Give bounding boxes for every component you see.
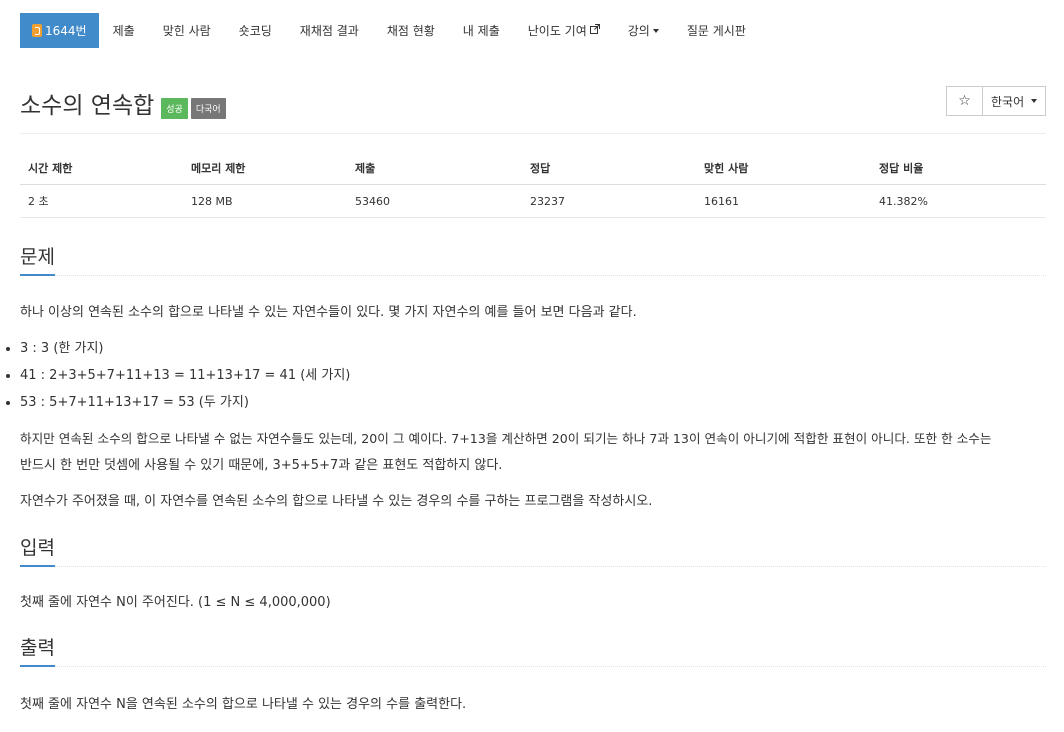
- nav-item-label: 숏코딩: [238, 24, 272, 38]
- text-line: 반드시 한 번만 덧셈에 사용될 수 있기 때문에, 3+5+5+7과 같은 표…: [20, 458, 503, 473]
- problem-description: 하나 이상의 연속된 소수의 합으로 나타낼 수 있는 자연수들이 있다. 몇 …: [20, 305, 637, 320]
- section-heading: 문제: [20, 246, 55, 276]
- tier-icon: [32, 24, 42, 37]
- problem-description-3: 자연수가 주어졌을 때, 이 자연수를 연속된 소수의 합으로 나타낼 수 있는…: [20, 494, 653, 509]
- table-header: 제출: [347, 152, 522, 185]
- output-description: 첫째 줄에 자연수 N을 연속된 소수의 합으로 나타낼 수 있는 경우의 수를…: [20, 697, 467, 712]
- nav-item-questions[interactable]: 질문 게시판: [673, 13, 760, 48]
- table-header: 맞힌 사람: [696, 152, 871, 185]
- nav-item-label: 강의: [627, 24, 650, 38]
- example-list: 3 : 3 (한 가지) 41 : 2+3+5+7+11+13 = 11+13+…: [20, 335, 350, 416]
- nav-item-label: 내 제출: [462, 24, 500, 38]
- external-link-icon: [589, 24, 600, 37]
- input-section-header: 입력: [20, 537, 1046, 567]
- nav-item-submit[interactable]: 제출: [99, 13, 149, 48]
- nav-item-label: 재채점 결과: [299, 24, 359, 38]
- problem-controls: ☆ 한국어: [946, 86, 1046, 116]
- table-cell: 53460: [347, 184, 522, 218]
- table-row: 2 초 128 MB 53460 23237 16161 41.382%: [20, 184, 1046, 218]
- input-description: 첫째 줄에 자연수 N이 주어진다. (1 ≤ N ≤ 4,000,000): [20, 595, 331, 610]
- star-button[interactable]: ☆: [946, 86, 982, 116]
- nav-item-label: 맞힌 사람: [162, 24, 211, 38]
- status-badge-multilang: 다국어: [190, 97, 226, 119]
- nav-item-label: 난이도 기여: [527, 24, 587, 38]
- table-cell: 23237: [522, 184, 696, 218]
- caret-down-icon: [652, 28, 659, 33]
- list-item: 53 : 5+7+11+13+17 = 53 (두 가지): [20, 389, 350, 416]
- table-cell: 128 MB: [183, 184, 347, 218]
- page-title: 소수의 연속합: [20, 93, 155, 119]
- table-header: 시간 제한: [20, 152, 183, 185]
- language-select[interactable]: 한국어: [982, 86, 1046, 116]
- nav-item-rejudge[interactable]: 재채점 결과: [286, 13, 373, 48]
- table-header: 정답 비율: [871, 152, 1046, 185]
- title-divider: [20, 133, 1046, 134]
- nav-item-label: 질문 게시판: [686, 24, 746, 38]
- problem-nav: 1644번 제출 맞힌 사람 숏코딩 재채점 결과 채점 현황 내 제출 난이도…: [20, 13, 760, 48]
- nav-item-lectures[interactable]: 강의: [614, 13, 673, 48]
- nav-item-label: 제출: [112, 24, 135, 38]
- problem-info-table: 시간 제한 메모리 제한 제출 정답 맞힌 사람 정답 비율 2 초 128 M…: [20, 152, 1046, 218]
- table-header-row: 시간 제한 메모리 제한 제출 정답 맞힌 사람 정답 비율: [20, 152, 1046, 185]
- star-icon: ☆: [958, 93, 971, 109]
- table-cell: 16161: [696, 184, 871, 218]
- table-header: 정답: [522, 152, 696, 185]
- nav-item-short-coding[interactable]: 숏코딩: [225, 13, 286, 48]
- table-cell: 41.382%: [871, 184, 1046, 218]
- nav-item-solved-users[interactable]: 맞힌 사람: [149, 13, 225, 48]
- nav-item-problem[interactable]: 1644번: [20, 13, 99, 48]
- table-header: 메모리 제한: [183, 152, 347, 185]
- nav-item-difficulty[interactable]: 난이도 기여: [514, 13, 614, 48]
- section-heading: 입력: [20, 537, 55, 567]
- nav-item-my-submissions[interactable]: 내 제출: [449, 13, 514, 48]
- nav-item-label: 채점 현황: [386, 24, 435, 38]
- nav-item-status[interactable]: 채점 현황: [373, 13, 449, 48]
- language-label: 한국어: [991, 94, 1025, 109]
- problem-title-row: 소수의 연속합 성공 다국어: [20, 86, 226, 120]
- nav-item-label: 1644번: [45, 24, 87, 38]
- list-item: 41 : 2+3+5+7+11+13 = 11+13+17 = 41 (세 가지…: [20, 362, 350, 389]
- output-section-header: 출력: [20, 637, 1046, 667]
- caret-down-icon: [1031, 99, 1037, 103]
- problem-section-header: 문제: [20, 246, 1046, 276]
- problem-description-2: 하지만 연속된 소수의 합으로 나타낼 수 없는 자연수들도 있는데, 20이 …: [20, 425, 1046, 479]
- table-cell: 2 초: [20, 184, 183, 218]
- status-badge-success: 성공: [161, 97, 188, 119]
- section-heading: 출력: [20, 637, 55, 667]
- text-line: 하지만 연속된 소수의 합으로 나타낼 수 없는 자연수들도 있는데, 20이 …: [20, 431, 992, 446]
- list-item: 3 : 3 (한 가지): [20, 335, 350, 362]
